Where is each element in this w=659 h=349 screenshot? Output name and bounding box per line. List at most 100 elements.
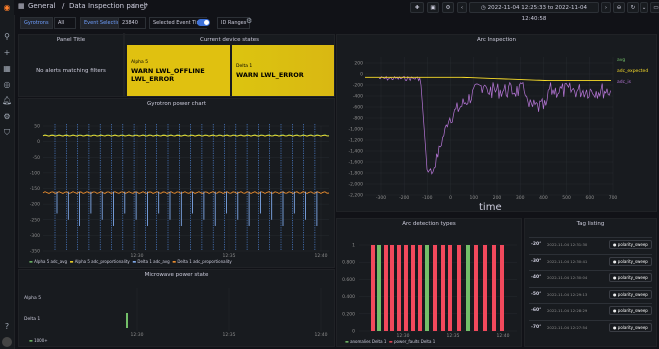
add-panel-button[interactable]: ✚ — [410, 2, 424, 13]
x-tick-label: 400 — [539, 195, 548, 201]
legend-item[interactable]: ▬ Alpha 5 adc_proportionality — [70, 259, 130, 264]
arc-detection-panel: Arc detection types 1 0.800 0.600 0.400 0.20… — [336, 218, 522, 347]
y-tick-label: -250 — [30, 217, 40, 223]
bar — [500, 245, 504, 331]
shield-icon[interactable]: ⛉ — [2, 128, 12, 138]
bar — [441, 245, 445, 331]
panel-title[interactable]: Tag listing — [525, 221, 656, 227]
alerting-icon[interactable]: 🔔︎ — [2, 96, 12, 106]
search-icon[interactable]: ⚲ — [2, 32, 12, 42]
tag-badge[interactable]: ● polarity_sweep — [609, 256, 652, 266]
avatar[interactable] — [2, 337, 12, 347]
legend-item[interactable]: ▬ power_faults Delta 1 — [389, 339, 435, 344]
y-tick-label: 0 — [352, 329, 355, 335]
tag-color-icon: ● — [613, 324, 617, 330]
x-tick-label: -300 — [376, 195, 386, 201]
star-icon[interactable]: ☆ — [131, 2, 137, 10]
time-forward-button[interactable]: › — [601, 2, 611, 13]
breadcrumb-folder[interactable]: General — [28, 2, 56, 10]
x-tick-label: 12:35 — [223, 332, 236, 338]
tag-row[interactable]: -40° 2022-11-04 12:30:04 ● polarity_sweep — [529, 270, 652, 285]
legend-item[interactable]: ▬ anomalies Delta 1 — [345, 339, 386, 344]
tag-badge[interactable]: ● polarity_sweep — [609, 289, 652, 299]
legend-item[interactable]: ▬ Alpha 5 adc_avg — [29, 259, 67, 264]
tag-row[interactable]: -50° 2022-11-04 12:29:13 ● polarity_sweep — [529, 286, 652, 302]
tag-listing-panel: Tag listing -20° 2022-11-04 12:31:30 ● pol… — [524, 218, 657, 347]
y-tick-label: 0 — [37, 139, 40, 145]
legend-item[interactable]: ▬ Delta 1 adc_avg — [132, 259, 169, 264]
tag-badge[interactable]: ● polarity_sweep — [609, 306, 652, 315]
explore-icon[interactable]: ◎ — [2, 80, 12, 90]
legend-item[interactable]: avg — [617, 55, 648, 66]
chart-bars — [371, 245, 504, 331]
state-card-value: WARN LWL_ERROR — [236, 71, 304, 79]
y-tick-label: -1,200 — [348, 138, 363, 144]
y-tick-label: 1 — [352, 243, 355, 249]
gyrotrons-label: Gyrotrons — [20, 17, 53, 29]
y-tick-label: 200 — [354, 61, 363, 67]
x-tick-label: 12:40 — [497, 333, 510, 339]
settings-icon[interactable]: ⚙ — [246, 17, 252, 25]
y-tick-label: -2,000 — [348, 182, 363, 188]
refresh-button[interactable]: ↻ — [627, 2, 639, 13]
save-button[interactable]: ▣ — [427, 2, 439, 13]
share-icon[interactable]: ⤴ — [141, 2, 148, 12]
gyrotrons-select[interactable]: All — [54, 17, 76, 29]
series-adc-is — [378, 75, 611, 175]
y-tick-label: -300 — [30, 233, 40, 239]
x-tick-label: 300 — [516, 195, 525, 201]
plus-icon[interactable]: + — [2, 48, 12, 58]
help-icon[interactable]: ? — [2, 322, 12, 332]
y-tick-label: 0.800 — [342, 260, 355, 266]
tag-time: 2022-11-04 12:31:30 — [547, 242, 588, 247]
selected-event-time-toggle[interactable] — [197, 19, 210, 26]
bar — [384, 245, 388, 331]
tag-row[interactable]: -20° 2022-11-04 12:31:30 ● polarity_sweep — [529, 237, 652, 252]
tag-row[interactable]: -60° 2022-11-04 12:28:29 ● polarity_sweep — [529, 303, 652, 318]
y-axis-labels: 200 0 -200 -400 -600 -800 -1,000 -1,200 -1,400 -1… — [348, 61, 363, 199]
legend-item[interactable]: ▬ Delta 1 adc_proportionality — [172, 259, 231, 264]
panel-title[interactable]: Current device states — [125, 37, 334, 43]
bar — [397, 245, 401, 331]
bar — [433, 245, 437, 331]
tag-color-icon: ● — [613, 308, 617, 313]
settings-button[interactable]: ⚙ — [442, 2, 454, 13]
y-tick-label: -1,000 — [348, 127, 363, 133]
time-back-button[interactable]: ‹ — [457, 2, 467, 13]
tag-value: -60° — [531, 308, 542, 313]
x-tick-label: 12:35 — [447, 333, 460, 339]
tag-value: -30° — [531, 258, 542, 264]
top-bar: ▦ General / Data Inspection panel ☆ ⤴ ✚ … — [14, 0, 659, 22]
tag-value: -20° — [531, 242, 542, 247]
chart-legend: ▬ Alpha 5 adc_avg ▬ Alpha 5 adc_proporti… — [29, 259, 232, 264]
breadcrumb-separator: / — [62, 2, 65, 10]
dashboards-icon[interactable]: ▦ — [2, 64, 12, 74]
series-alpha-5-adc-proportionality — [42, 134, 330, 137]
tag-row[interactable]: -30° 2022-11-04 12:30:41 ● polarity_sweep — [529, 253, 652, 269]
legend-item[interactable]: adc_expected — [617, 66, 648, 77]
zoom-out-button[interactable]: ⊖ — [613, 2, 625, 13]
variables-bar: Gyrotrons All Event Selection 23840 ⌄ Se… — [14, 17, 659, 37]
tag-badge[interactable]: ● polarity_sweep — [609, 322, 652, 332]
settings-icon[interactable]: ⚙ — [2, 112, 12, 122]
clock-icon: ◷ — [481, 5, 486, 11]
legend-item[interactable]: 1000+ — [34, 338, 48, 343]
refresh-interval-dropdown[interactable]: ⌄ — [640, 2, 648, 13]
legend-item[interactable]: adc_is — [617, 77, 648, 88]
event-selection-select[interactable]: 23840 ⌄ — [118, 17, 146, 37]
y-tick-label: -2,200 — [348, 193, 363, 199]
y-tick-label: -1,600 — [348, 160, 363, 166]
tag-row[interactable]: -70° 2022-11-04 12:27:54 ● polarity_sweep — [529, 319, 652, 335]
tv-mode-button[interactable]: ▭ — [650, 2, 659, 13]
chart-legend: ▬ 1000+ — [29, 338, 48, 343]
tag-badge[interactable]: ● polarity_sweep — [609, 273, 652, 282]
bar — [474, 245, 478, 331]
grafana-logo-icon[interactable]: ◉ — [2, 3, 12, 13]
x-axis-labels: -300 -200 -100 0 100 200 300 400 500 600 700 — [376, 195, 618, 201]
bar — [371, 245, 375, 331]
tag-badge[interactable]: ● polarity_sweep — [609, 240, 652, 249]
tag-color-icon: ● — [613, 258, 617, 264]
x-tick-label: 500 — [562, 195, 571, 201]
panel-title[interactable]: Panel Title — [19, 37, 123, 43]
time-range-picker[interactable]: ◷ 2022-11-04 12:25:33 to 2022-11-04 12:4… — [469, 2, 599, 22]
